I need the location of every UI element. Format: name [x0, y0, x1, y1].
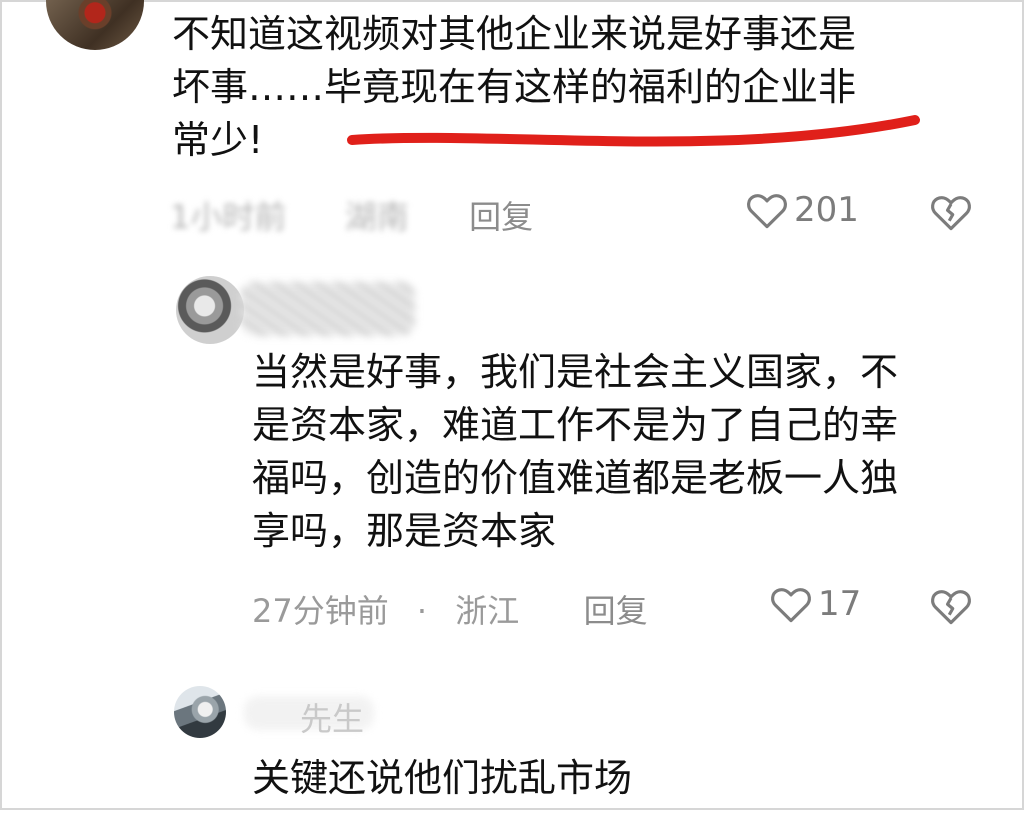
top-comment-location: 湖南 — [344, 198, 409, 236]
heart-icon — [747, 194, 787, 229]
broken-heart-icon — [931, 196, 971, 231]
reply1-location: 浙江 — [455, 592, 520, 630]
reply1-dislike-button[interactable] — [930, 586, 972, 630]
reply2-avatar[interactable] — [174, 686, 226, 738]
top-comment-reply-button[interactable]: 回复 — [469, 198, 533, 236]
top-comment-dislike-button[interactable] — [930, 192, 972, 236]
reply2-username-fragment: 先生 — [300, 700, 365, 738]
reply1-reply-button[interactable]: 回复 — [584, 592, 648, 630]
reply1-time: 27分钟前 — [252, 592, 389, 630]
meta-separator: · — [416, 592, 428, 630]
top-comment-text: 不知道这视频对其他企业来说是好事还是 坏事……毕竟现在有这样的福利的企业非 常少… — [172, 12, 857, 162]
top-comment-like-button[interactable]: 201 — [746, 190, 859, 230]
top-comment-time: 1小时前 — [170, 198, 287, 236]
reply1-like-count: 17 — [818, 584, 862, 624]
reply1-avatar[interactable] — [176, 276, 244, 344]
top-comment-meta: 1小时前 湖南 回复 — [170, 192, 533, 238]
reply1-text: 当然是好事，我们是社会主义国家，不 是资本家，难道工作不是为了自己的幸 福吗，创… — [252, 350, 899, 553]
reply1-like-button[interactable]: 17 — [770, 584, 861, 624]
broken-heart-icon — [931, 590, 971, 625]
reply1-username-blurred — [240, 282, 415, 336]
reply1-meta: 27分钟前 · 浙江 回复 — [252, 586, 648, 632]
heart-icon — [771, 588, 811, 623]
reply2-text: 关键还说他们扰乱市场 — [252, 756, 633, 800]
top-comment-like-count: 201 — [794, 190, 859, 230]
